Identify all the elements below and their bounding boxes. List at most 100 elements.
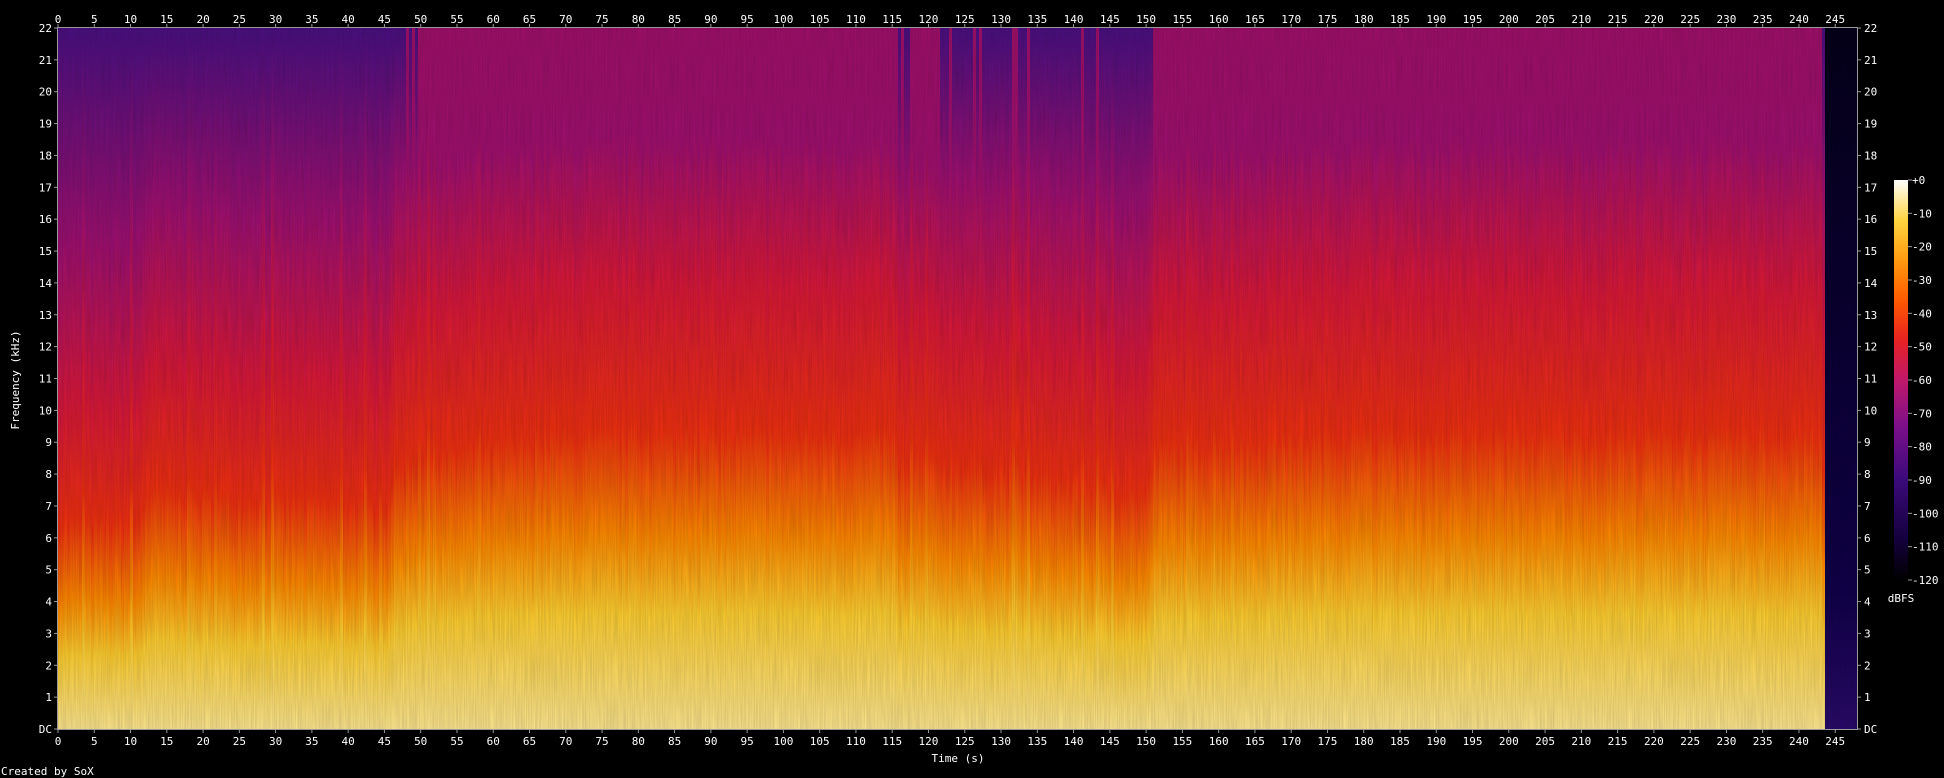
x-tick-label-top: 85	[668, 13, 681, 26]
x-tick-label-top: 205	[1535, 13, 1555, 26]
colorbar-tick-label: -10	[1912, 207, 1932, 220]
colorbar-tick-label: +0	[1912, 174, 1925, 187]
x-tick-label-top: 195	[1463, 13, 1483, 26]
y-tick-label-right: DC	[1864, 723, 1877, 736]
y-tick-label-right: 16	[1864, 213, 1877, 226]
x-tick-label-top: 35	[305, 13, 318, 26]
x-tick-label-top: 60	[487, 13, 500, 26]
x-tick-label-bottom: 10	[124, 735, 137, 748]
y-tick-label-left: 21	[39, 54, 52, 67]
x-tick-label-top: 135	[1027, 13, 1047, 26]
x-tick-label-top: 75	[595, 13, 608, 26]
colorbar-scale	[1894, 180, 1908, 580]
x-tick-label-bottom: 25	[233, 735, 246, 748]
x-tick-label-bottom: 240	[1789, 735, 1809, 748]
y-tick-label-right: 4	[1864, 596, 1871, 609]
y-tick-label-left: 17	[39, 181, 52, 194]
x-tick-label-bottom: 50	[414, 735, 427, 748]
x-tick-label-bottom: 200	[1499, 735, 1519, 748]
x-tick-label-top: 245	[1825, 13, 1845, 26]
x-tick-label-top: 160	[1209, 13, 1229, 26]
y-tick-label-right: 11	[1864, 373, 1877, 386]
y-tick-label-right: 20	[1864, 86, 1877, 99]
x-tick-label-bottom: 155	[1172, 735, 1192, 748]
x-tick-label-top: 70	[559, 13, 572, 26]
y-tick-label-left: 10	[39, 404, 52, 417]
y-tick-label-left: 22	[39, 22, 52, 35]
x-tick-label-bottom: 5	[91, 735, 98, 748]
x-tick-label-top: 100	[773, 13, 793, 26]
x-tick-label-top: 55	[450, 13, 463, 26]
y-tick-label-right: 14	[1864, 277, 1878, 290]
spectrogram-chart: 0 5 10 15 20 25 30 35 40 45 50 55 60 65 70 75 80 85 90 95 10…	[1, 13, 1939, 778]
x-tick-label-top: 230	[1716, 13, 1736, 26]
x-tick-label-bottom: 45	[378, 735, 391, 748]
x-axis-label: Time (s)	[932, 752, 985, 765]
x-tick-label-top: 170	[1281, 13, 1301, 26]
x-tick-label-top: 175	[1318, 13, 1338, 26]
x-tick-label-bottom: 185	[1390, 735, 1410, 748]
y-axis-right: DC12345678910111213141516171819202122	[1857, 22, 1878, 736]
x-tick-label-bottom: 80	[632, 735, 645, 748]
colorbar-tick-label: -120	[1912, 574, 1939, 587]
x-tick-label-top: 45	[378, 13, 391, 26]
x-tick-label-top: 215	[1608, 13, 1628, 26]
x-tick-label-top: 90	[704, 13, 717, 26]
y-tick-label-left: DC	[39, 723, 52, 736]
x-tick-label-top: 165	[1245, 13, 1265, 26]
x-tick-label-bottom: 40	[342, 735, 355, 748]
x-tick-label-top: 15	[160, 13, 173, 26]
x-tick-label-top: 20	[196, 13, 209, 26]
x-tick-label-bottom: 35	[305, 735, 318, 748]
y-tick-label-left: 19	[39, 118, 52, 131]
y-axis-left: DC12345678910111213141516171819202122	[39, 22, 58, 736]
x-tick-label-bottom: 30	[269, 735, 282, 748]
colorbar: +0 -10 -20 -30 -40 -50 -60 -70 -80 -90 -100 -110 -12…	[1888, 174, 1939, 605]
y-tick-label-right: 12	[1864, 341, 1877, 354]
x-tick-label-bottom: 165	[1245, 735, 1265, 748]
y-tick-label-right: 10	[1864, 404, 1877, 417]
y-tick-label-right: 22	[1864, 22, 1877, 35]
x-tick-label-bottom: 15	[160, 735, 173, 748]
x-tick-label-bottom: 120	[919, 735, 939, 748]
y-tick-label-right: 1	[1864, 691, 1871, 704]
x-tick-label-bottom: 235	[1753, 735, 1773, 748]
y-tick-label-right: 7	[1864, 500, 1871, 513]
colorbar-label: dBFS	[1888, 592, 1915, 605]
x-tick-label-bottom: 190	[1426, 735, 1446, 748]
y-tick-label-right: 15	[1864, 245, 1877, 258]
texture-overlay	[58, 28, 1857, 729]
x-tick-label-bottom: 195	[1463, 735, 1483, 748]
x-tick-label-bottom: 90	[704, 735, 717, 748]
x-tick-label-bottom: 145	[1100, 735, 1120, 748]
colorbar-tick-label: -90	[1912, 474, 1932, 487]
x-tick-label-top: 65	[523, 13, 536, 26]
x-tick-label-bottom: 55	[450, 735, 463, 748]
y-tick-label-right: 6	[1864, 532, 1871, 545]
x-tick-label-top: 40	[342, 13, 355, 26]
colorbar-ticks: +0 -10 -20 -30 -40 -50 -60 -70 -80 -90 -100 -110 -12…	[1908, 174, 1939, 587]
y-tick-label-right: 19	[1864, 118, 1877, 131]
colorbar-tick-label: -70	[1912, 407, 1932, 420]
colorbar-tick-label: -40	[1912, 307, 1932, 320]
x-tick-label-top: 185	[1390, 13, 1410, 26]
x-tick-label-bottom: 220	[1644, 735, 1664, 748]
x-tick-label-bottom: 130	[991, 735, 1011, 748]
x-tick-label-bottom: 170	[1281, 735, 1301, 748]
x-tick-label-bottom: 230	[1716, 735, 1736, 748]
colorbar-tick-label: -30	[1912, 274, 1932, 287]
y-tick-label-left: 16	[39, 213, 52, 226]
x-tick-label-bottom: 85	[668, 735, 681, 748]
x-tick-label-top: 225	[1680, 13, 1700, 26]
x-tick-label-top: 180	[1354, 13, 1374, 26]
y-tick-label-left: 3	[45, 627, 52, 640]
y-tick-label-left: 1	[45, 691, 52, 704]
y-tick-label-left: 20	[39, 86, 52, 99]
y-tick-label-right: 18	[1864, 149, 1877, 162]
x-tick-label-bottom: 105	[810, 735, 830, 748]
x-tick-label-top: 5	[91, 13, 98, 26]
x-tick-label-top: 25	[233, 13, 246, 26]
y-tick-label-left: 8	[45, 468, 52, 481]
y-tick-label-left: 6	[45, 532, 52, 545]
y-tick-label-left: 9	[45, 436, 52, 449]
